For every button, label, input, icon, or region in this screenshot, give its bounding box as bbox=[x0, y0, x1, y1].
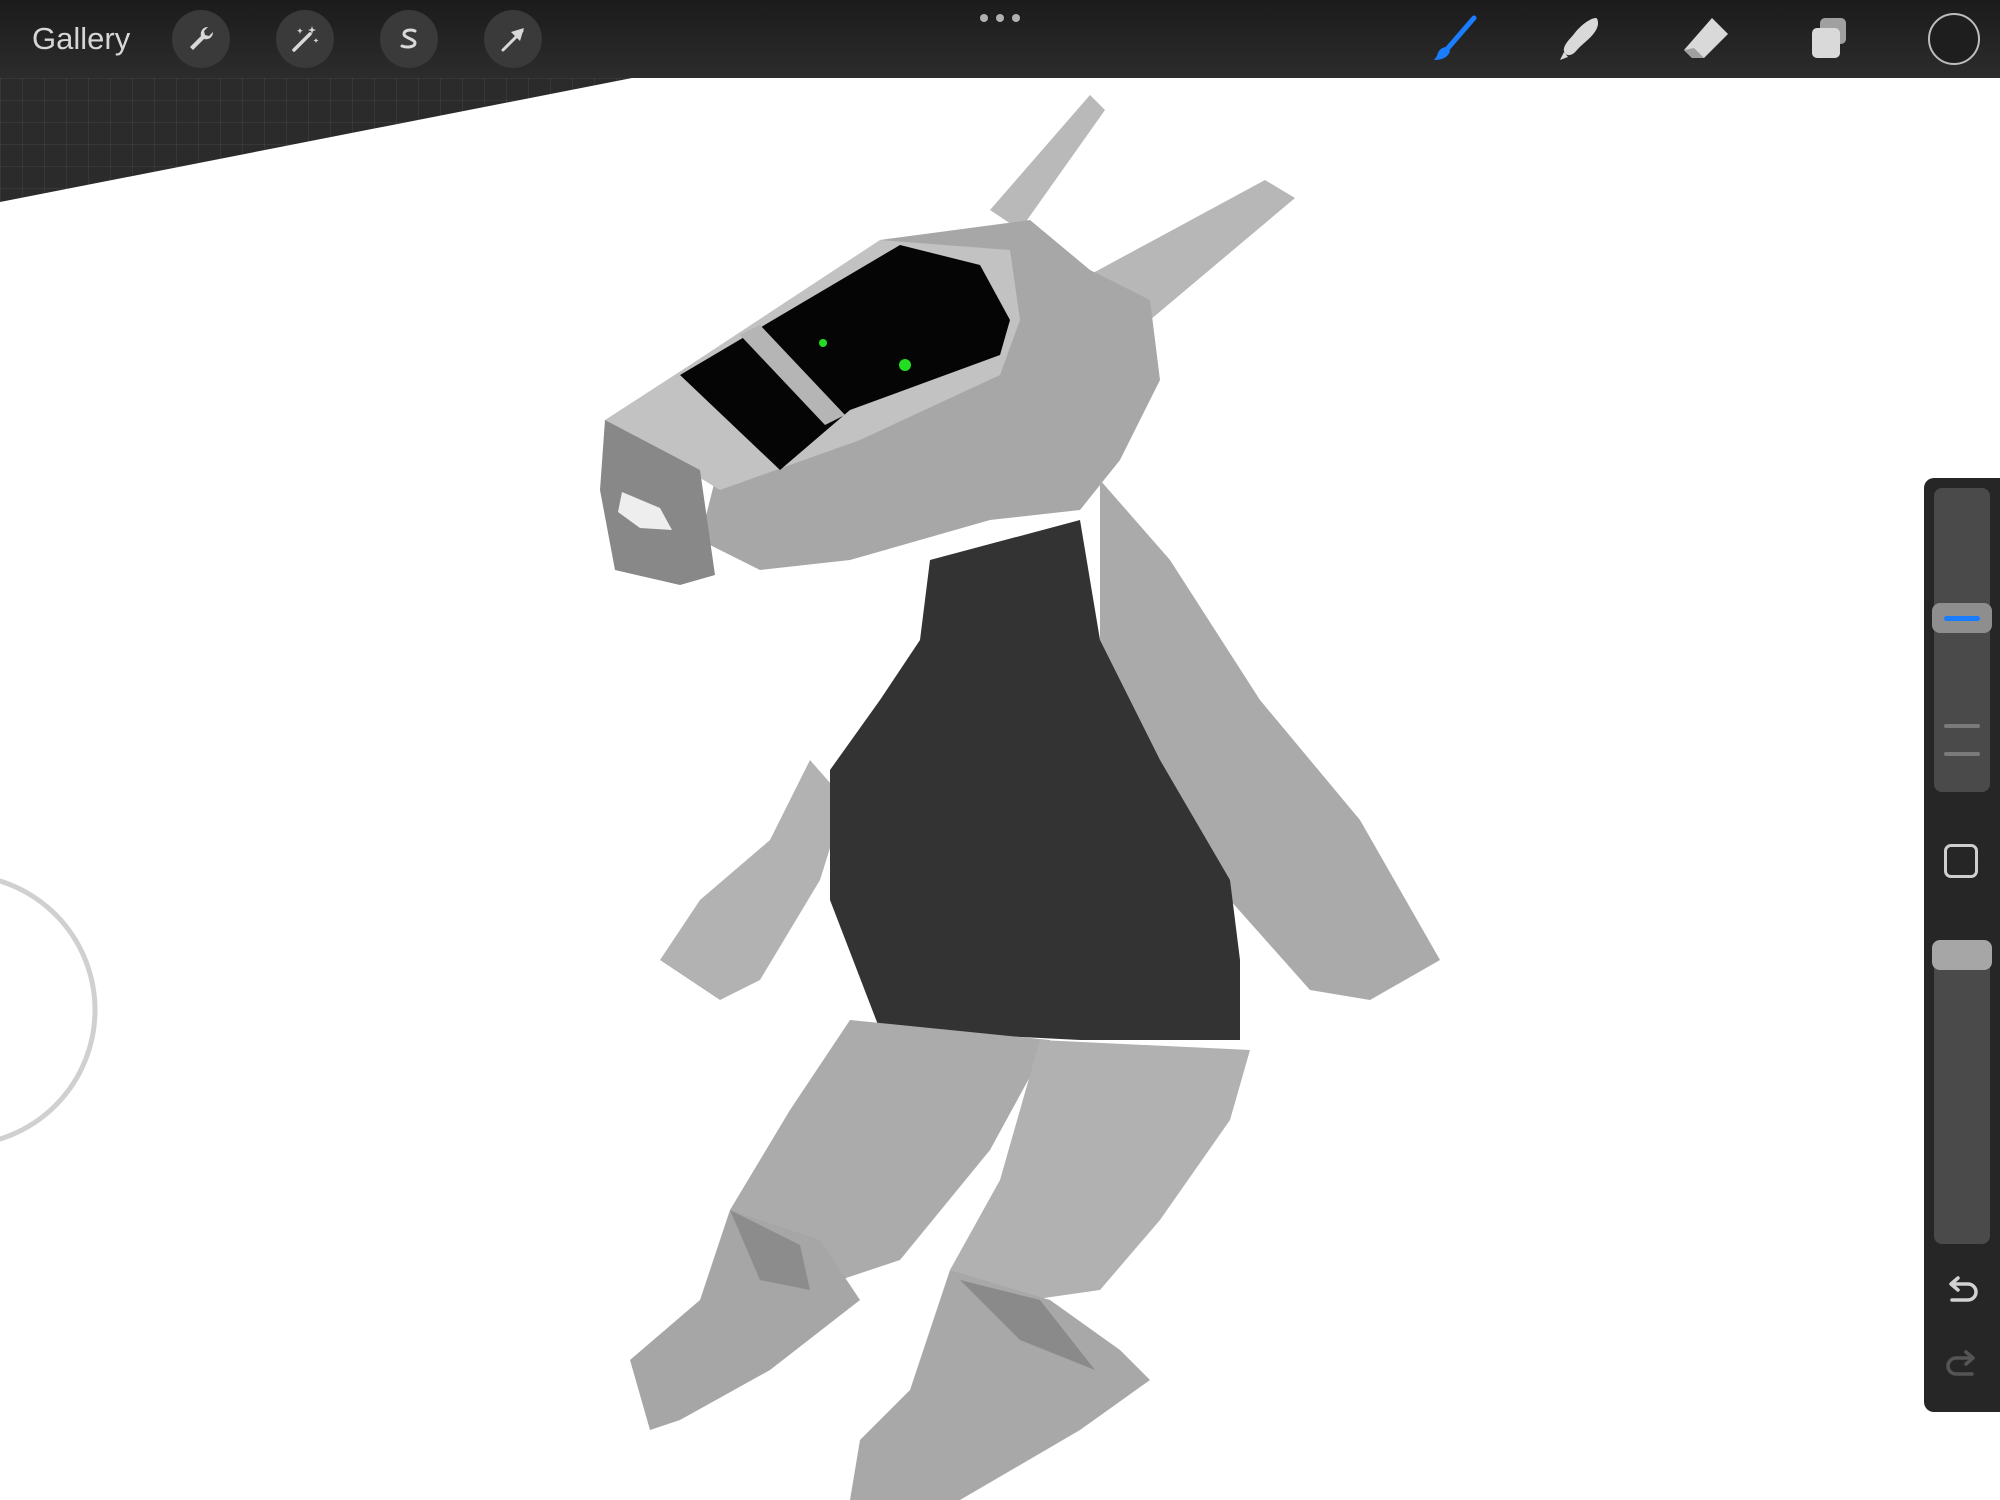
brush-tool-button[interactable] bbox=[1426, 10, 1484, 68]
opacity-thumb[interactable] bbox=[1932, 940, 1992, 970]
size-thumb-indicator bbox=[1944, 616, 1980, 622]
redo-icon[interactable] bbox=[1940, 1344, 1984, 1388]
modify-square-icon[interactable] bbox=[1944, 844, 1978, 878]
brush-size-thumb[interactable] bbox=[1932, 603, 1992, 634]
undo-icon[interactable] bbox=[1940, 1270, 1984, 1314]
selection-button[interactable] bbox=[380, 10, 438, 68]
eraser-tool-button[interactable] bbox=[1676, 10, 1734, 68]
selection-s-icon bbox=[400, 28, 417, 49]
magic-wand-icon bbox=[292, 26, 319, 52]
robot-eye-right bbox=[899, 359, 911, 371]
size-tick bbox=[1944, 724, 1980, 728]
top-toolbar: Gallery bbox=[0, 0, 2000, 78]
size-tick bbox=[1944, 752, 1980, 756]
more-dots-icon[interactable] bbox=[978, 10, 1022, 28]
actions-button[interactable] bbox=[172, 10, 230, 68]
smudge-tool-button[interactable] bbox=[1550, 10, 1608, 68]
transform-button[interactable] bbox=[484, 10, 542, 68]
right-sidebar bbox=[1924, 478, 2000, 1412]
layers-button[interactable] bbox=[1800, 10, 1858, 68]
layers-icon bbox=[1812, 18, 1846, 58]
smudge-icon bbox=[1560, 18, 1598, 60]
gallery-button[interactable]: Gallery bbox=[32, 18, 130, 60]
robot-eye-left bbox=[819, 339, 827, 347]
opacity-slider[interactable] bbox=[1934, 940, 1990, 1244]
brush-size-slider[interactable] bbox=[1934, 488, 1990, 792]
wrench-icon bbox=[190, 26, 214, 50]
brush-icon bbox=[1434, 15, 1477, 60]
drawing-canvas[interactable] bbox=[0, 0, 2000, 1500]
eraser-icon bbox=[1684, 18, 1728, 58]
transform-arrow-icon bbox=[501, 28, 524, 52]
adjustments-button[interactable] bbox=[276, 10, 334, 68]
color-swatch-button[interactable] bbox=[1928, 13, 1980, 65]
